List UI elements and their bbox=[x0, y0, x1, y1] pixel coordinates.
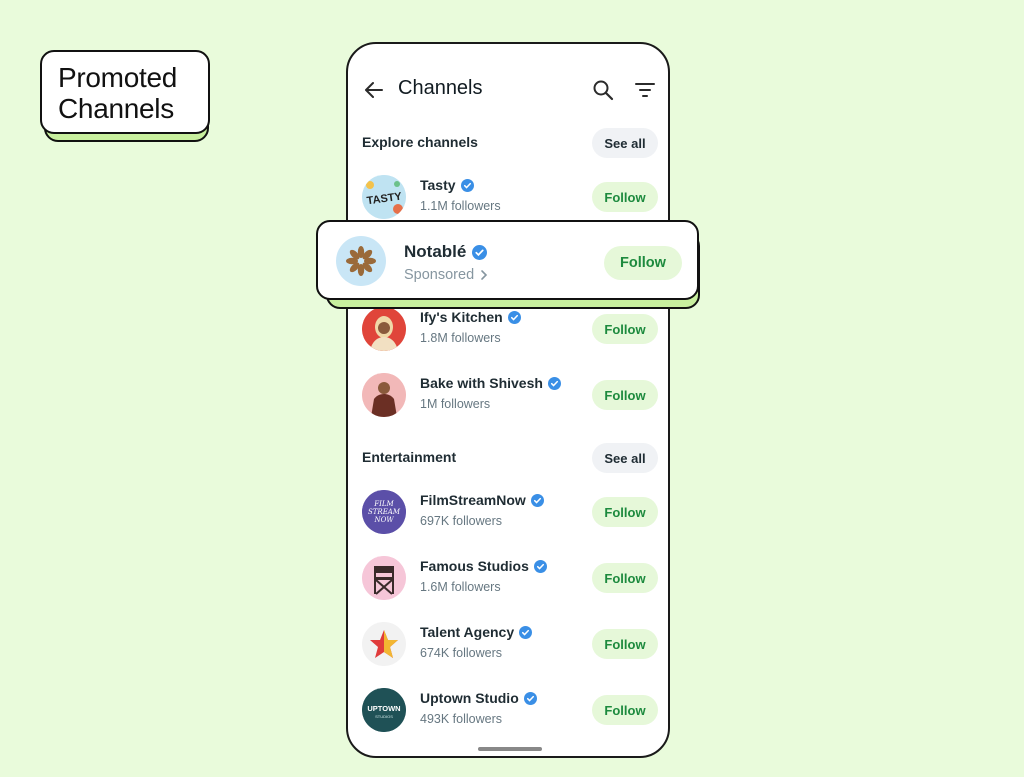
director-chair-icon bbox=[362, 556, 406, 600]
phone-frame: Channels Explore channels See all TASTY … bbox=[346, 42, 670, 758]
channel-name: Bake with Shivesh bbox=[420, 375, 543, 391]
follower-count: 1.8M followers bbox=[420, 331, 501, 345]
svg-text:NOW: NOW bbox=[373, 516, 394, 524]
chevron-right-icon bbox=[481, 270, 488, 280]
channel-name: Notablé bbox=[404, 242, 467, 261]
follow-button[interactable]: Follow bbox=[592, 182, 658, 212]
channel-row[interactable]: Talent Agency 674K followers Follow bbox=[360, 619, 660, 669]
flower-logo-icon bbox=[346, 246, 376, 276]
back-arrow-icon[interactable] bbox=[364, 80, 384, 100]
badge-line-2: Channels bbox=[58, 93, 174, 124]
follow-button[interactable]: Follow bbox=[592, 380, 658, 410]
follow-button[interactable]: Follow bbox=[592, 497, 658, 527]
follower-count: 1.1M followers bbox=[420, 199, 501, 213]
channel-row[interactable]: Famous Studios 1.6M followers Follow bbox=[360, 553, 660, 603]
section-entertainment-header: Entertainment See all bbox=[362, 443, 658, 473]
verified-badge-icon bbox=[523, 691, 537, 705]
follower-count: 1.6M followers bbox=[420, 580, 501, 594]
follower-count: 493K followers bbox=[420, 712, 502, 726]
svg-text:FILM: FILM bbox=[373, 500, 394, 508]
person-photo-icon bbox=[362, 307, 406, 351]
svg-text:STUDIOS: STUDIOS bbox=[375, 714, 393, 719]
top-app-bar: Channels bbox=[348, 44, 668, 134]
channel-name: Ify's Kitchen bbox=[420, 309, 503, 325]
channel-name: Famous Studios bbox=[420, 558, 529, 574]
follow-button[interactable]: Follow bbox=[592, 563, 658, 593]
filmstream-logo-icon: FILM STREAM NOW bbox=[362, 490, 406, 534]
verified-badge-icon bbox=[507, 310, 521, 324]
section-explore-header: Explore channels See all bbox=[362, 128, 658, 158]
home-indicator[interactable] bbox=[478, 747, 542, 751]
promoted-channel-card[interactable]: Notablé Sponsored Follow bbox=[316, 220, 699, 300]
promoted-channels-badge: Promoted Channels bbox=[40, 50, 212, 142]
sponsored-label: Sponsored bbox=[404, 267, 475, 283]
channel-row[interactable]: UPTOWN STUDIOS Uptown Studio 493K follow… bbox=[360, 685, 660, 735]
follower-count: 697K followers bbox=[420, 514, 502, 528]
see-all-button[interactable]: See all bbox=[592, 128, 658, 158]
uptown-logo-icon: UPTOWN STUDIOS bbox=[362, 688, 406, 732]
channel-avatar: FILM STREAM NOW bbox=[362, 490, 406, 534]
channel-row[interactable]: TASTY Tasty 1.1M followers Follow bbox=[360, 172, 660, 222]
follow-button[interactable]: Follow bbox=[604, 246, 682, 280]
channel-name: Tasty bbox=[420, 177, 456, 193]
channel-name: Uptown Studio bbox=[420, 690, 519, 706]
channel-avatar bbox=[362, 556, 406, 600]
verified-badge-icon bbox=[533, 559, 547, 573]
page-title: Channels bbox=[398, 77, 483, 99]
channel-name: FilmStreamNow bbox=[420, 492, 526, 508]
channel-avatar bbox=[362, 373, 406, 417]
svg-text:STREAM: STREAM bbox=[368, 508, 401, 516]
channel-avatar: UPTOWN STUDIOS bbox=[362, 688, 406, 732]
channel-row[interactable]: Ify's Kitchen 1.8M followers Follow bbox=[360, 304, 660, 354]
verified-badge-icon bbox=[530, 493, 544, 507]
svg-text:UPTOWN: UPTOWN bbox=[367, 704, 400, 713]
follow-button[interactable]: Follow bbox=[592, 314, 658, 344]
verified-badge-icon bbox=[547, 376, 561, 390]
follower-count: 674K followers bbox=[420, 646, 502, 660]
verified-badge-icon bbox=[519, 625, 533, 639]
see-all-button[interactable]: See all bbox=[592, 443, 658, 473]
sponsored-link[interactable]: Sponsored bbox=[404, 267, 488, 283]
verified-badge-icon bbox=[460, 178, 474, 192]
follower-count: 1M followers bbox=[420, 397, 491, 411]
channel-avatar bbox=[362, 622, 406, 666]
follow-button[interactable]: Follow bbox=[592, 629, 658, 659]
search-icon[interactable] bbox=[592, 79, 614, 101]
channel-row[interactable]: FILM STREAM NOW FilmStreamNow 697K follo… bbox=[360, 487, 660, 537]
verified-badge-icon bbox=[472, 244, 488, 260]
star-logo-icon bbox=[362, 622, 406, 666]
channel-avatar: TASTY bbox=[362, 175, 406, 219]
filter-icon[interactable] bbox=[634, 80, 656, 100]
badge-card: Promoted Channels bbox=[40, 50, 210, 134]
section-title: Entertainment bbox=[362, 449, 457, 465]
channel-avatar bbox=[362, 307, 406, 351]
person-photo-icon bbox=[362, 373, 406, 417]
section-title: Explore channels bbox=[362, 134, 478, 150]
channel-row[interactable]: Bake with Shivesh 1M followers Follow bbox=[360, 370, 660, 420]
channel-avatar bbox=[336, 236, 386, 286]
badge-line-1: Promoted bbox=[58, 62, 177, 93]
channel-name: Talent Agency bbox=[420, 624, 515, 640]
follow-button[interactable]: Follow bbox=[592, 695, 658, 725]
tasty-logo-icon: TASTY bbox=[362, 175, 406, 219]
